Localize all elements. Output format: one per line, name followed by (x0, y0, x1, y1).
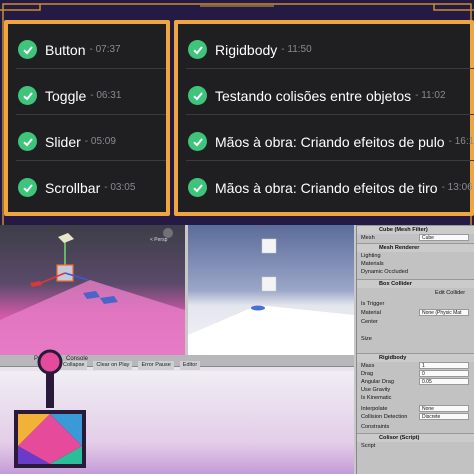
lesson-duration: - 16:18 (448, 136, 474, 147)
check-icon (188, 132, 207, 151)
lesson-duration: - 06:31 (90, 90, 122, 101)
game-view[interactable] (188, 225, 354, 355)
field-label: Is Trigger (361, 301, 385, 307)
lesson-title: Toggle (45, 87, 87, 104)
clear-on-play-button[interactable]: Clear on Play (93, 361, 133, 370)
lesson-duration: - 05:09 (84, 136, 116, 147)
check-icon (18, 86, 37, 105)
lesson-duration: - 11:02 (415, 90, 446, 101)
field-label: Interpolate (361, 406, 388, 412)
lesson-item[interactable]: Button - 07:37 (18, 40, 121, 59)
lesson-item[interactable]: Mãos à obra: Criando efeitos de pulo - 1… (188, 132, 474, 151)
drag-field[interactable]: 0 (419, 370, 469, 377)
divider (16, 160, 166, 161)
lesson-title: Scrollbar (45, 179, 101, 196)
component-title: Cube (Mesh Filter) (379, 227, 428, 233)
component-box-collider[interactable]: Box Collider (357, 279, 474, 288)
component-title: Box Collider (379, 281, 412, 287)
lesson-item[interactable]: Slider - 05:09 (18, 132, 116, 151)
lesson-item[interactable]: Testando colisões entre objetos - 11:02 (188, 86, 446, 105)
check-icon (18, 40, 37, 59)
lesson-list-right: Rigidbody - 11:50 Testando colisões entr… (174, 20, 474, 216)
field-label: Mass (361, 363, 375, 369)
field-label: Script (361, 443, 376, 449)
lesson-duration: - 03:05 (104, 182, 136, 193)
component-mesh-renderer[interactable]: Mesh Renderer (357, 243, 474, 252)
lesson-duration: - 13:06 (441, 182, 473, 193)
lesson-title: Mãos à obra: Criando efeitos de tiro (215, 179, 438, 196)
field-label: Material (361, 310, 381, 316)
mass-field[interactable]: 1 (419, 362, 469, 369)
check-icon (188, 178, 207, 197)
mesh-field[interactable]: Cube (419, 234, 469, 241)
divider (186, 68, 474, 69)
check-icon (18, 132, 37, 151)
divider (186, 160, 474, 161)
divider (16, 68, 166, 69)
game-3d-render (188, 238, 354, 355)
component-rigidbody[interactable]: Rigidbody (357, 353, 474, 362)
field-label: Is Kinematic (361, 395, 392, 401)
lesson-duration: - 11:50 (281, 44, 312, 55)
interpolate-dropdown[interactable]: None (419, 405, 469, 412)
material-field[interactable]: None (Physic Mat (419, 309, 469, 316)
lesson-title: Slider (45, 133, 81, 150)
field-label: Collision Detection (361, 414, 408, 420)
component-mesh-filter[interactable]: Cube (Mesh Filter) (357, 225, 474, 234)
lesson-item[interactable]: Rigidbody - 11:50 (188, 40, 312, 59)
lesson-item[interactable]: Scrollbar - 03:05 (18, 178, 135, 197)
foldout-lighting[interactable]: Lighting (361, 253, 381, 259)
editor-dropdown[interactable]: Editor (179, 361, 201, 370)
inspector-panel: Cube (Mesh Filter) Mesh Cube Mesh Render… (356, 225, 474, 474)
lesson-duration: - 07:37 (89, 44, 121, 55)
angular-drag-field[interactable]: 0.05 (419, 378, 469, 385)
lesson-item[interactable]: Mãos à obra: Criando efeitos de tiro - 1… (188, 178, 473, 197)
lesson-title: Mãos à obra: Criando efeitos de pulo (215, 133, 445, 150)
field-label: Mesh (361, 235, 375, 241)
component-title: Colisor (Script) (379, 435, 420, 441)
lesson-title: Button (45, 41, 86, 58)
edit-collider-button[interactable]: Edit Collider (435, 290, 465, 296)
error-pause-button[interactable]: Error Pause (138, 361, 174, 370)
field-label: Size (361, 336, 372, 342)
collision-detection-dropdown[interactable]: Discrete (419, 413, 469, 420)
divider (186, 114, 474, 115)
field-label: Center (361, 319, 378, 325)
lesson-list-left: Button - 07:37 Toggle - 06:31 Slider - 0… (4, 20, 170, 216)
persp-label[interactable]: < Persp (150, 237, 167, 243)
check-icon (188, 40, 207, 59)
field-label: Dynamic Occluded (361, 269, 408, 275)
lesson-title: Rigidbody (215, 41, 278, 58)
field-label: Angular Drag (361, 379, 394, 385)
field-label: Use Gravity (361, 387, 391, 393)
check-icon (18, 178, 37, 197)
scene-view-perspective[interactable]: < Persp (0, 225, 185, 355)
component-title: Mesh Renderer (379, 245, 420, 251)
foldout-materials[interactable]: Materials (361, 261, 384, 267)
check-icon (188, 86, 207, 105)
component-script[interactable]: Colisor (Script) (357, 433, 474, 442)
component-title: Rigidbody (379, 355, 407, 361)
scene-3d-render (0, 228, 185, 355)
lesson-item[interactable]: Toggle - 06:31 (18, 86, 121, 105)
course-thumbnail: Button - 07:37 Toggle - 06:31 Slider - 0… (0, 0, 474, 474)
divider (16, 114, 166, 115)
lesson-title: Testando colisões entre objetos (215, 87, 412, 104)
foldout-constraints[interactable]: Constraints (361, 424, 389, 430)
field-label: Drag (361, 371, 374, 377)
joystick-logo (14, 349, 86, 468)
